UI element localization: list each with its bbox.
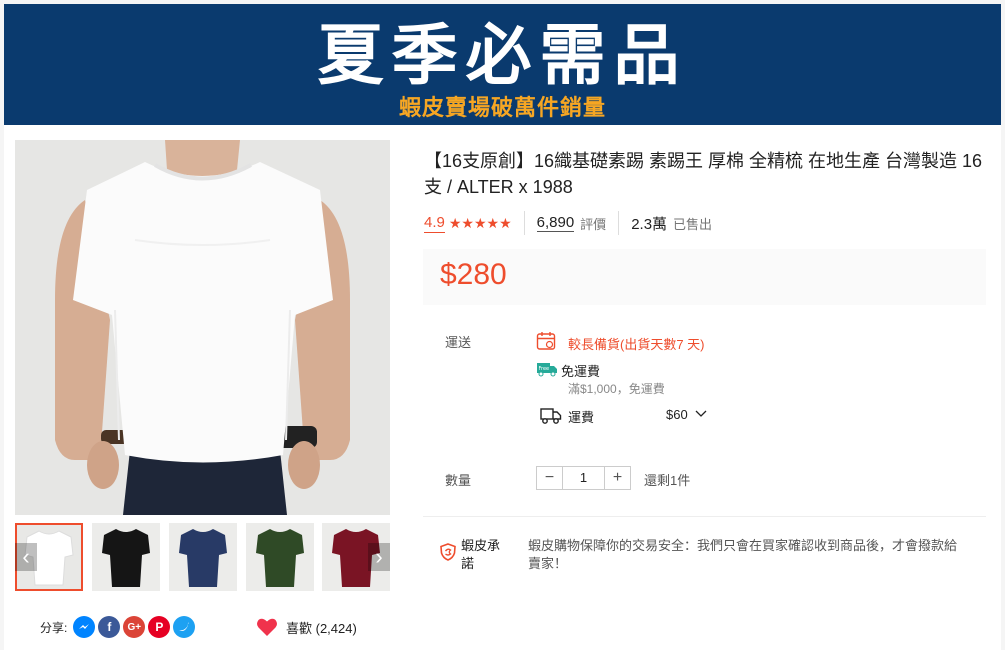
pinterest-icon[interactable]: P: [148, 616, 171, 638]
svg-text:Free: Free: [539, 366, 550, 372]
thumbnail-image: [246, 523, 314, 591]
product-card: ‹ › 分享: f G+ P 喜歡 (2,424) 【16支原創】16織基礎素踢…: [4, 125, 1001, 650]
thumbnail-image: [169, 523, 237, 591]
thumbnail-prev-arrow[interactable]: ‹: [15, 543, 37, 571]
guarantee-label: 蝦皮承諾: [461, 538, 501, 571]
sold-count: 2.3萬: [631, 215, 668, 233]
sold-label: 已售出: [673, 216, 713, 232]
price-box: $280: [423, 249, 986, 305]
reviews-count[interactable]: 6,890: [536, 214, 575, 232]
divider: [523, 211, 525, 235]
shield-icon: [440, 543, 456, 561]
product-price: $280: [440, 258, 507, 291]
share-bar: 分享: f G+ P: [40, 615, 196, 639]
shipping-fee-dropdown[interactable]: $60: [666, 407, 707, 422]
free-shipping-title: 免運費: [561, 364, 601, 379]
banner-subtitle: 蝦皮賣場破萬件銷量: [398, 96, 606, 121]
rating-score[interactable]: 4.9: [424, 214, 445, 233]
truck-icon: [540, 408, 562, 424]
heart-icon: [257, 618, 277, 636]
quantity-increase-button[interactable]: +: [605, 467, 630, 489]
chevron-down-icon: [695, 410, 707, 417]
tshirt-model-image: [15, 140, 390, 515]
facebook-icon[interactable]: f: [98, 616, 121, 638]
rating-row: 4.9 ★★★★★ 6,890 評價 2.3萬 已售出: [424, 210, 712, 236]
banner-title: 夏季必需品: [317, 17, 688, 94]
google-plus-icon[interactable]: G+: [123, 616, 146, 638]
shipping-label: 運送: [445, 335, 472, 350]
thumbnail-green[interactable]: [246, 523, 314, 591]
shipping-fee-label: 運費: [568, 410, 595, 425]
section-divider: [423, 516, 986, 517]
guarantee-text: 蝦皮購物保障你的交易安全：我們只會在買家確認收到商品後，才會撥款給賣家！: [528, 538, 958, 571]
product-title: 【16支原創】16織基礎素踢 素踢王 厚棉 全精梳 在地生產 台灣製造 16支 …: [424, 151, 983, 197]
free-shipping-condition: 滿$1,000，免運費: [568, 382, 665, 396]
quantity-label: 數量: [445, 473, 472, 488]
free-shipping-icon: Free: [537, 363, 557, 377]
calendar-icon: [536, 332, 556, 350]
thumbnail-navy[interactable]: [169, 523, 237, 591]
promo-banner: 夏季必需品 蝦皮賣場破萬件銷量: [4, 4, 1001, 125]
rating-stars: ★★★★★: [448, 214, 512, 231]
shipping-fee-value: $60: [666, 407, 688, 422]
product-main-image[interactable]: [15, 140, 390, 515]
thumbnail-next-arrow[interactable]: ›: [368, 543, 390, 571]
thumbnail-black[interactable]: [92, 523, 160, 591]
thumbnail-image: [92, 523, 160, 591]
preorder-notice: 較長備貨(出貨天數7 天): [568, 337, 705, 352]
quantity-decrease-button[interactable]: −: [537, 467, 562, 489]
divider: [618, 211, 620, 235]
thumbnail-strip: ‹ ›: [15, 523, 390, 591]
quantity-stepper: − 1 +: [536, 466, 631, 490]
quantity-input[interactable]: 1: [562, 467, 605, 489]
stock-remaining: 還剩1件: [644, 473, 691, 488]
reviews-label: 評價: [580, 216, 607, 232]
share-label: 分享:: [40, 620, 68, 635]
like-button[interactable]: 喜歡 (2,424): [256, 615, 357, 639]
messenger-icon[interactable]: [73, 616, 96, 638]
like-count: 喜歡 (2,424): [286, 620, 357, 636]
twitter-icon[interactable]: [173, 616, 196, 638]
